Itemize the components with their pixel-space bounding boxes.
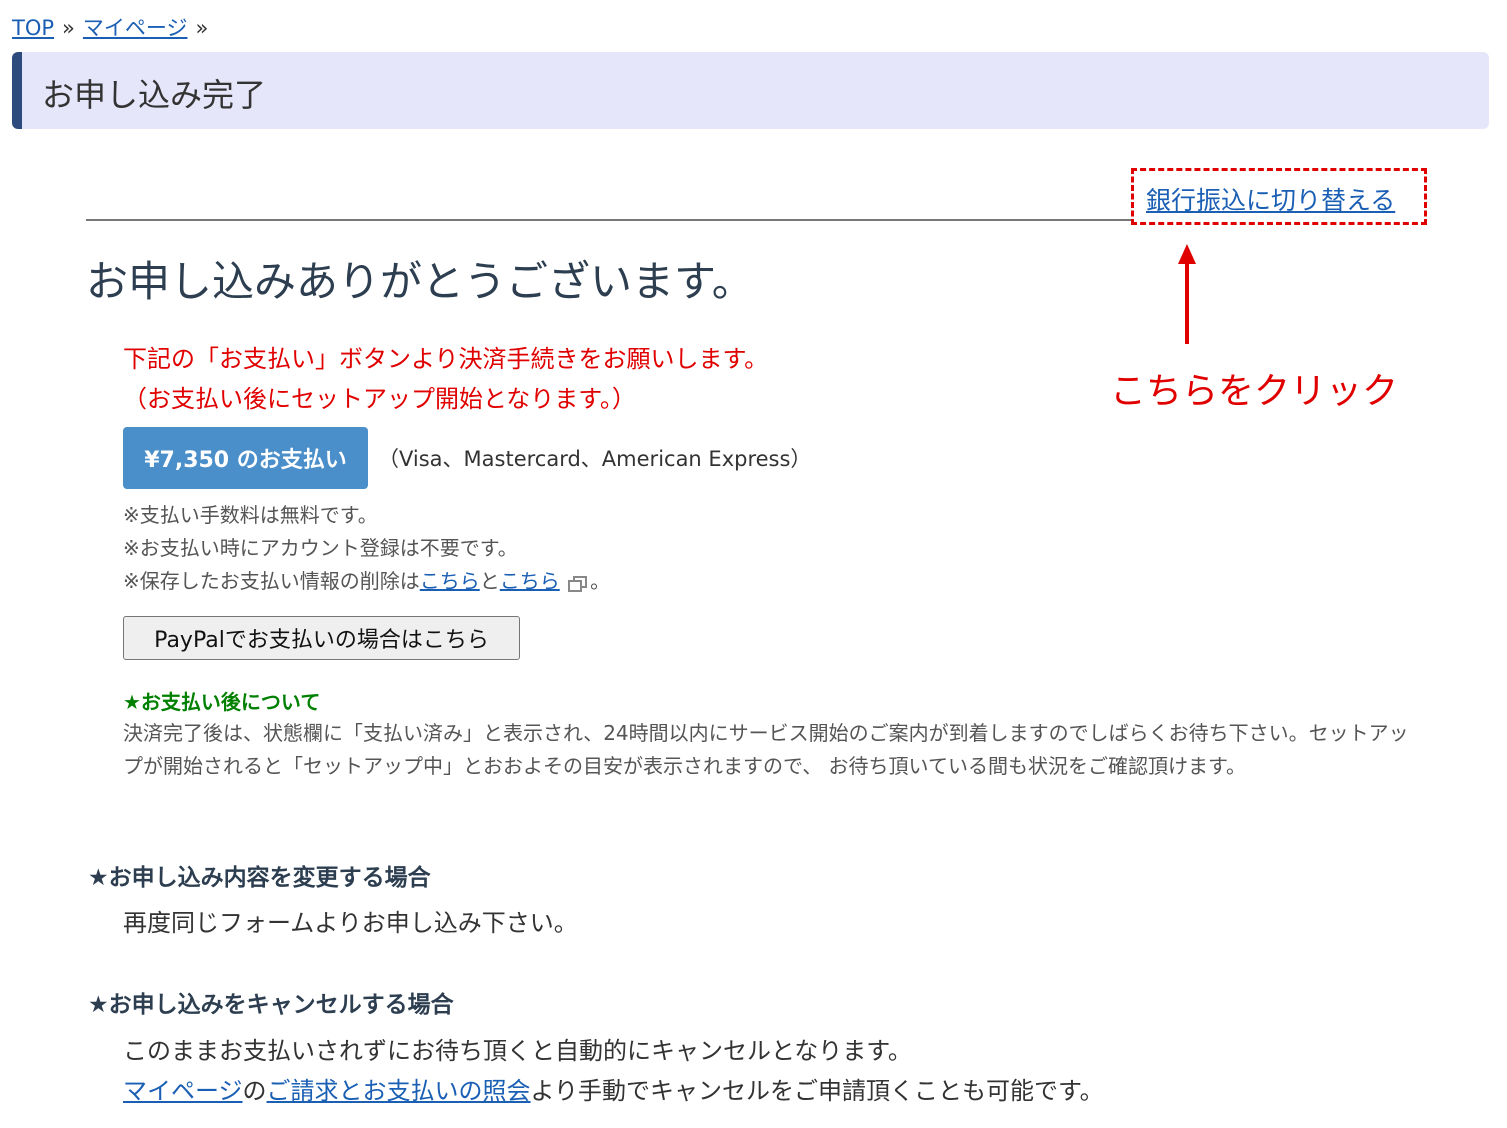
cancel-line2-suffix: より手動でキャンセルをご申請頂くことも可能です。: [530, 1077, 1104, 1105]
thanks-heading: お申し込みありがとうございます。: [86, 257, 754, 306]
arrow-up-icon: [1178, 244, 1196, 264]
cancel-no: の: [242, 1077, 267, 1105]
delete-info-link-2[interactable]: こちら: [500, 569, 560, 593]
switch-to-bank-transfer-link[interactable]: 銀行振込に切り替える: [1146, 181, 1395, 217]
mypage-link[interactable]: マイページ: [123, 1077, 243, 1105]
note-delete-info: ※保存したお支払い情報の削除はこちらとこちら 。: [123, 565, 610, 598]
arrow-shaft: [1185, 262, 1189, 344]
note-suffix: 。: [590, 569, 611, 593]
accepted-cards: （Visa、Mastercard、American Express）: [378, 447, 812, 471]
after-payment-text: 決済完了後は、状態欄に「支払い済み」と表示され、24時間以内にサービス開始のご案…: [123, 721, 1409, 778]
cancel-line2: マイページのご請求とお支払いの照会より手動でキャンセルをご申請頂くことも可能です…: [123, 1071, 1104, 1111]
payment-notes: ※支払い手数料は無料です。 ※お支払い時にアカウント登録は不要です。 ※保存した…: [123, 499, 610, 598]
payment-instruction-line2: （お支払い後にセットアップ開始となります。）: [123, 385, 636, 413]
click-here-annotation: こちらをクリック: [1110, 371, 1399, 412]
page-title: お申し込み完了: [42, 76, 267, 114]
billing-inquiry-link[interactable]: ご請求とお支払いの照会: [267, 1077, 531, 1105]
delete-info-link-1[interactable]: こちら: [420, 569, 480, 593]
note-fee-free: ※支払い手数料は無料です。: [123, 503, 378, 527]
cancel-section-title: ★お申し込みをキャンセルする場合: [88, 992, 454, 1018]
after-payment-title: ★お支払い後について: [123, 690, 321, 714]
paypal-button[interactable]: PayPalでお支払いの場合はこちら: [123, 616, 520, 660]
note-and: と: [479, 569, 500, 593]
change-section-title: ★お申し込み内容を変更する場合: [88, 865, 431, 891]
breadcrumb: TOP » マイページ »: [12, 12, 216, 42]
page-header: お申し込み完了: [12, 52, 1489, 129]
pay-button[interactable]: ¥7,350 のお支払い: [123, 427, 368, 489]
breadcrumb-separator: »: [62, 16, 75, 40]
cancel-section-text: このままお支払いされずにお待ち頂くと自動的にキャンセルとなります。 マイページの…: [123, 1031, 1104, 1111]
divider: [86, 219, 1132, 221]
payment-instruction-line1: 下記の「お支払い」ボタンより決済手続きをお願いします。: [123, 345, 769, 373]
note-delete-prefix: ※保存したお支払い情報の削除は: [123, 569, 420, 593]
breadcrumb-mypage-link[interactable]: マイページ: [83, 16, 188, 40]
breadcrumb-separator: »: [195, 16, 209, 40]
external-link-icon: [567, 575, 587, 592]
payment-instruction: 下記の「お支払い」ボタンより決済手続きをお願いします。 （お支払い後にセットアッ…: [123, 339, 768, 419]
change-section-text: 再度同じフォームよりお申し込み下さい。: [123, 909, 578, 937]
cancel-line1: このままお支払いされずにお待ち頂くと自動的にキャンセルとなります。: [123, 1037, 912, 1065]
breadcrumb-top-link[interactable]: TOP: [12, 16, 54, 40]
note-no-account: ※お支払い時にアカウント登録は不要です。: [123, 536, 518, 560]
